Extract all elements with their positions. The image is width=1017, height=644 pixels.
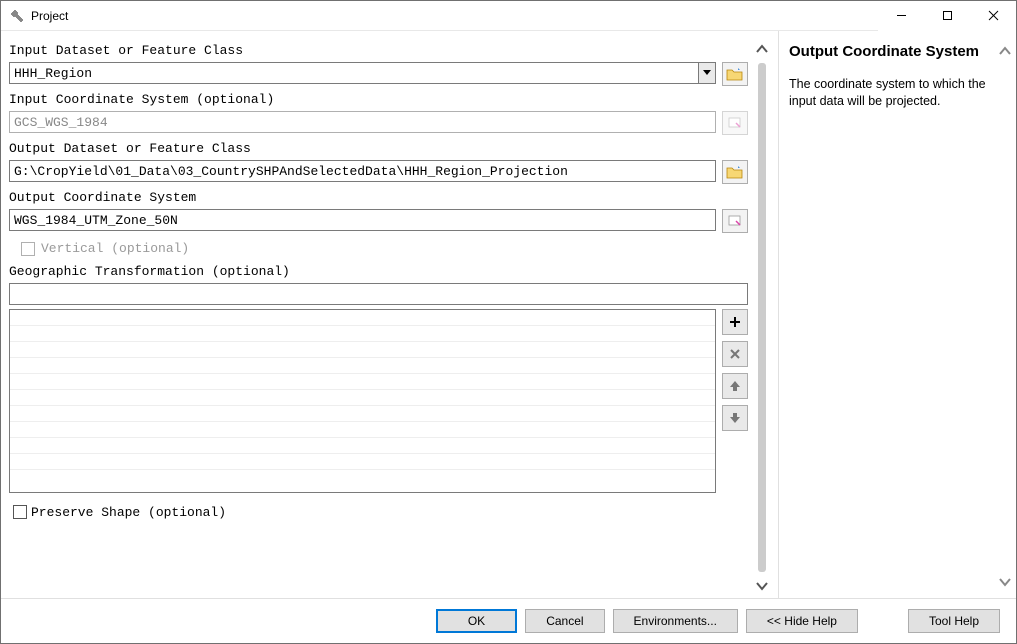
- list-item[interactable]: [10, 422, 715, 438]
- list-item[interactable]: [10, 390, 715, 406]
- scrollbar-track[interactable]: [758, 63, 766, 572]
- cancel-button[interactable]: Cancel: [525, 609, 604, 633]
- tool-help-button[interactable]: Tool Help: [908, 609, 1000, 633]
- list-item[interactable]: [10, 438, 715, 454]
- scroll-down-icon[interactable]: [754, 578, 770, 594]
- output-cs-properties-button[interactable]: [722, 209, 748, 233]
- list-item[interactable]: [10, 326, 715, 342]
- preserve-shape-checkbox[interactable]: [13, 505, 27, 519]
- list-item[interactable]: [10, 310, 715, 326]
- button-bar: OK Cancel Environments... << Hide Help T…: [1, 599, 1016, 643]
- scroll-down-icon[interactable]: [997, 574, 1013, 590]
- content-area: Input Dataset or Feature Class Input Coo…: [1, 31, 1016, 599]
- move-down-button[interactable]: [722, 405, 748, 431]
- input-cs-properties-button: [722, 111, 748, 135]
- input-cs-label: Input Coordinate System (optional): [9, 88, 748, 109]
- help-title: Output Coordinate System: [789, 43, 992, 62]
- scroll-up-icon[interactable]: [754, 41, 770, 57]
- close-button[interactable]: [970, 1, 1016, 31]
- list-item[interactable]: [10, 406, 715, 422]
- browse-input-dataset-button[interactable]: [722, 62, 748, 86]
- help-description: The coordinate system to which the input…: [789, 76, 992, 110]
- geo-trans-listbox[interactable]: [9, 309, 716, 493]
- add-button[interactable]: [722, 309, 748, 335]
- form-panel: Input Dataset or Feature Class Input Coo…: [1, 31, 778, 598]
- vertical-label: Vertical (optional): [41, 241, 189, 256]
- vertical-checkbox-row: Vertical (optional): [9, 235, 748, 258]
- geo-trans-label: Geographic Transformation (optional): [9, 260, 748, 281]
- help-panel: Output Coordinate System The coordinate …: [778, 31, 1016, 598]
- move-up-button[interactable]: [722, 373, 748, 399]
- ok-button[interactable]: OK: [436, 609, 517, 633]
- form-scrollbar[interactable]: [752, 39, 778, 594]
- input-dataset-input[interactable]: [9, 62, 698, 84]
- preserve-shape-row: Preserve Shape (optional): [9, 495, 748, 522]
- window-title: Project: [31, 9, 68, 23]
- input-dataset-combo[interactable]: [9, 62, 716, 84]
- output-cs-label: Output Coordinate System: [9, 186, 748, 207]
- geo-trans-input[interactable]: [9, 283, 748, 305]
- preserve-shape-label: Preserve Shape (optional): [31, 501, 226, 522]
- vertical-checkbox: [21, 242, 35, 256]
- minimize-button[interactable]: [878, 1, 924, 31]
- scroll-up-icon[interactable]: [997, 43, 1013, 59]
- output-dataset-label: Output Dataset or Feature Class: [9, 137, 748, 158]
- list-item[interactable]: [10, 342, 715, 358]
- hammer-icon: [9, 8, 25, 24]
- input-dataset-label: Input Dataset or Feature Class: [9, 39, 748, 60]
- list-item[interactable]: [10, 358, 715, 374]
- title-bar: Project: [1, 1, 1016, 31]
- environments-button[interactable]: Environments...: [613, 609, 738, 633]
- remove-button[interactable]: [722, 341, 748, 367]
- maximize-button[interactable]: [924, 1, 970, 31]
- dropdown-icon[interactable]: [698, 62, 716, 84]
- hide-help-button[interactable]: << Hide Help: [746, 609, 858, 633]
- output-cs-input[interactable]: [9, 209, 716, 231]
- list-item[interactable]: [10, 374, 715, 390]
- output-dataset-input[interactable]: [9, 160, 716, 182]
- help-scrollbar[interactable]: [996, 43, 1014, 590]
- list-item[interactable]: [10, 454, 715, 470]
- browse-output-dataset-button[interactable]: [722, 160, 748, 184]
- input-cs-input: [9, 111, 716, 133]
